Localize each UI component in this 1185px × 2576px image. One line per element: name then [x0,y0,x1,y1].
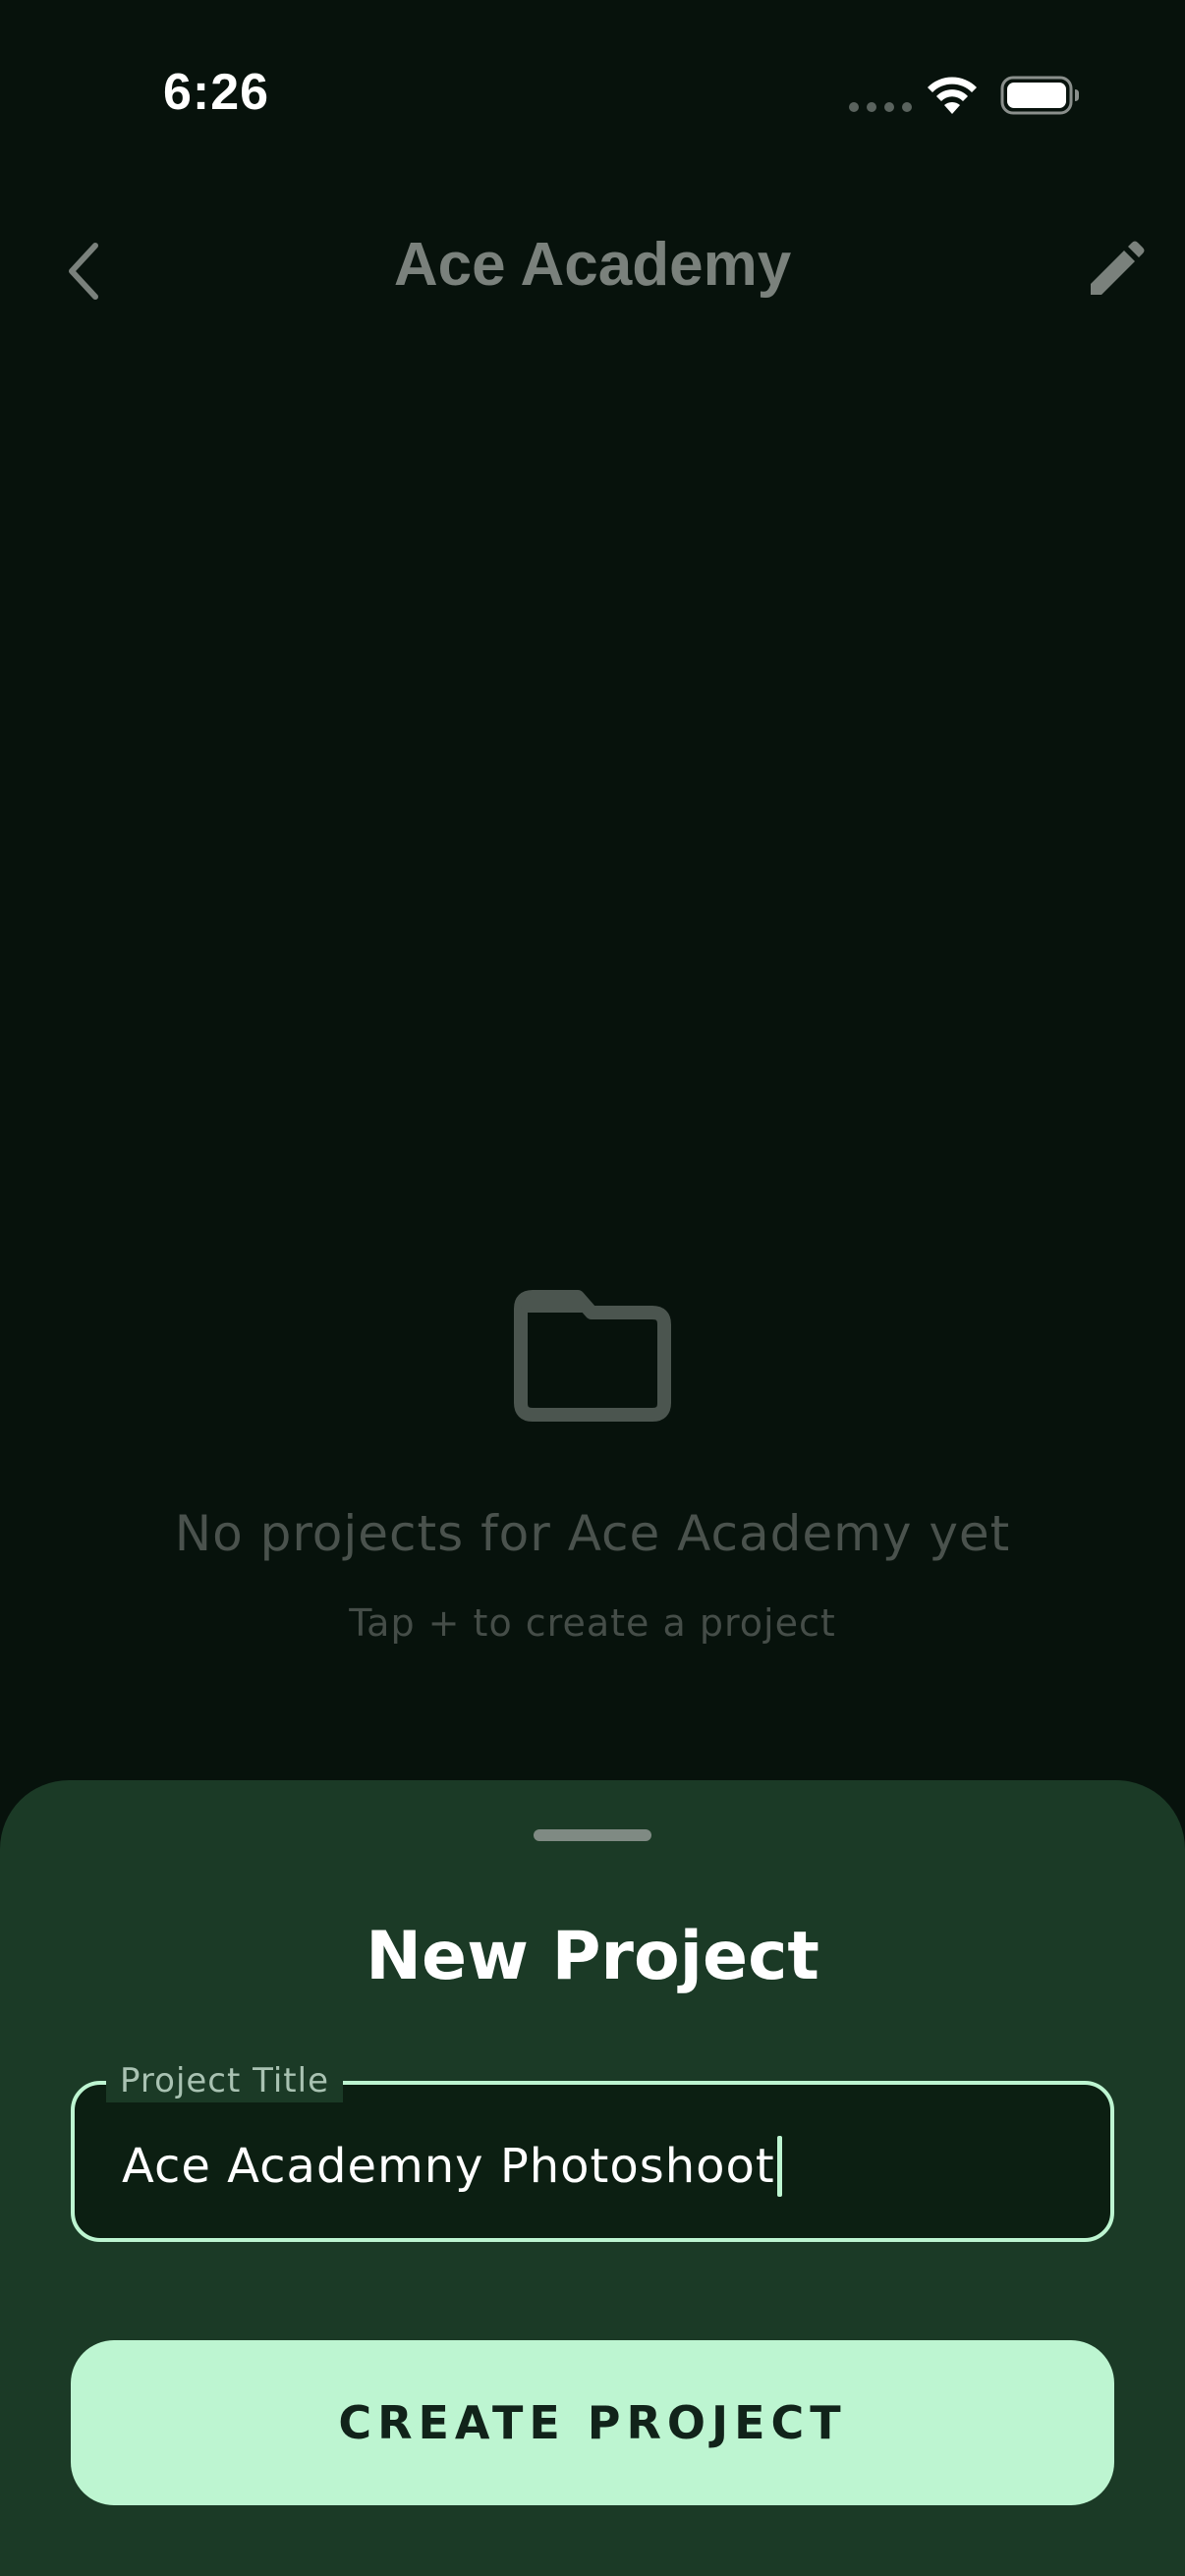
battery-icon [1000,76,1079,115]
empty-state-hint: Tap + to create a project [349,1601,836,1645]
wifi-icon [928,77,977,114]
create-project-label: CREATE PROJECT [338,2396,847,2449]
project-title-label: Project Title [106,2059,343,2102]
status-bar: 6:26 [0,0,1185,187]
project-title-value[interactable]: Ace Academny Photoshoot [122,2136,782,2197]
text-caret [776,2136,782,2197]
status-time: 6:26 [163,64,270,121]
edit-button[interactable] [1077,230,1156,308]
empty-state-title: No projects for Ace Academy yet [174,1505,1011,1562]
project-title-input[interactable]: Project Title Ace Academny Photoshoot [71,2059,1114,2242]
sheet-drag-handle[interactable] [534,1829,651,1841]
cellular-signal-icon [849,102,912,112]
pencil-icon [1091,241,1145,295]
page-title: Ace Academy [393,231,792,299]
screen: 6:26 Ace Academy No projects for Ace Aca… [0,0,1185,2576]
folder-icon [514,1290,671,1422]
empty-state: No projects for Ace Academy yet Tap + to… [0,1287,1185,1645]
navigation-header: Ace Academy [0,216,1185,324]
project-title-text: Ace Academny Photoshoot [122,2139,775,2194]
new-project-sheet: New Project Project Title Ace Academny P… [0,1780,1185,2576]
sheet-title: New Project [366,1918,819,1995]
create-project-button[interactable]: CREATE PROJECT [71,2340,1114,2505]
